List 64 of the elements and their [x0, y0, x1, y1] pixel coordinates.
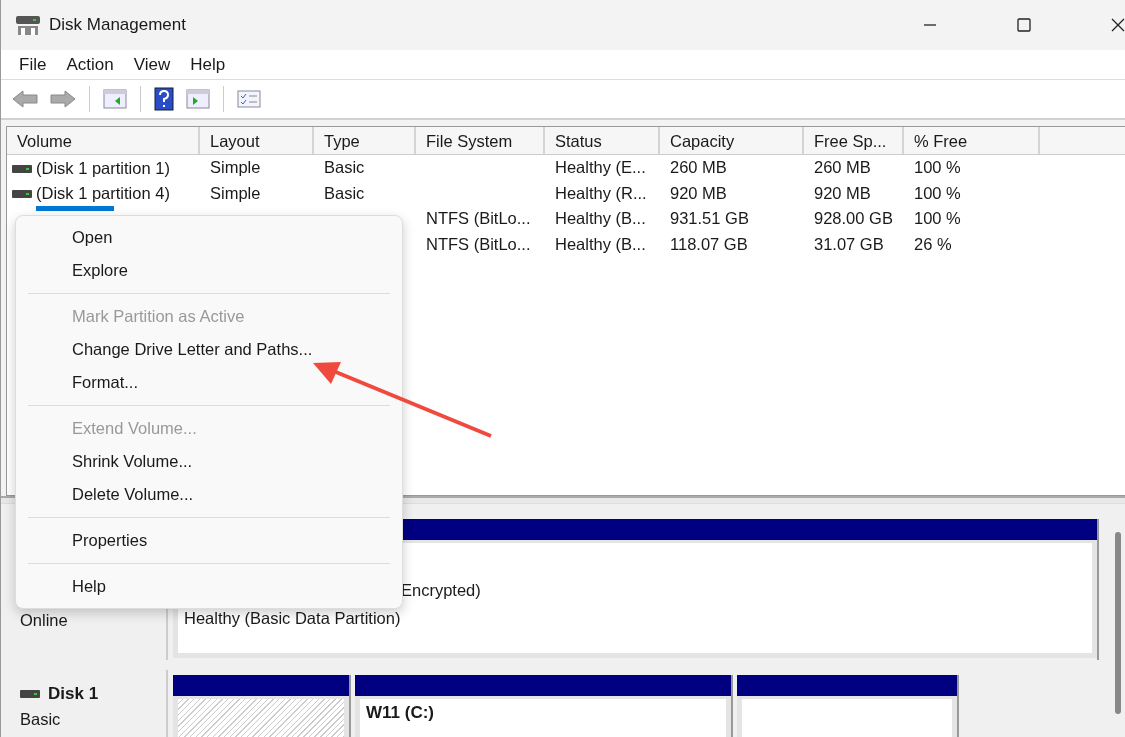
menu-item[interactable]: Help	[180, 54, 236, 75]
checklist-icon[interactable]	[237, 90, 261, 108]
menu-item[interactable]: Delete Volume...	[28, 478, 390, 511]
table-cell-text: 260 MB	[813, 157, 872, 179]
menu-item[interactable]: Format...	[28, 366, 390, 399]
table-cell-text: 260 MB	[669, 157, 728, 179]
panel-left-icon[interactable]	[103, 89, 127, 109]
drive-icon	[12, 190, 32, 198]
table-cell-text: 931.51 GB	[669, 208, 750, 230]
disk-type: Basic	[20, 710, 62, 729]
column-header[interactable]: Volume	[7, 127, 200, 154]
table-cell-text: 26 %	[913, 233, 953, 255]
back-arrow-icon[interactable]	[12, 89, 38, 109]
partition-info: Encrypted)	[401, 581, 482, 599]
menu-item: Extend Volume...	[71, 418, 198, 439]
drive-icon	[20, 690, 40, 698]
column-header[interactable]: Layout	[200, 127, 314, 154]
menu-item[interactable]: Explore	[28, 254, 390, 287]
table-cell-text: NTFS (BitLo...	[425, 208, 532, 230]
menu-item[interactable]: Change Drive Letter and Paths...	[28, 333, 390, 366]
table-cell-text: 100 %	[913, 182, 962, 204]
close-icon[interactable]	[1111, 18, 1125, 32]
table-cell-text: (Disk 1 partition 1)	[36, 158, 170, 179]
table-cell-text: 31.07 GB	[813, 233, 885, 255]
table-cell-text: Healthy (B...	[554, 233, 647, 255]
disk-drive-icon	[15, 14, 41, 36]
table-cell-text: Simple	[209, 182, 262, 204]
table-cell-text: Healthy (E...	[554, 157, 647, 179]
column-header[interactable]: Free Sp...	[804, 127, 904, 154]
menu-item[interactable]: File	[9, 54, 57, 75]
table-cell-text: Simple	[209, 157, 262, 179]
table-cell-text: Basic	[323, 182, 366, 204]
menu-item[interactable]: Shrink Volume...	[28, 445, 390, 478]
column-header[interactable]: % Free	[904, 127, 1040, 154]
partition-info: Healthy (Basic Data Partition)	[184, 609, 402, 627]
help-icon[interactable]	[154, 87, 174, 111]
table-cell-text: 100 %	[913, 208, 962, 230]
table-cell-text: 920 MB	[669, 182, 728, 204]
table-cell-text: 100 %	[913, 157, 962, 179]
disk-status: Online	[20, 611, 69, 630]
column-header[interactable]: File System	[416, 127, 545, 154]
column-header[interactable]: Type	[314, 127, 416, 154]
table-cell-text: (Disk 1 partition 4)	[36, 184, 170, 204]
menu-item[interactable]: Action	[56, 54, 124, 75]
table-cell-text: Healthy (R...	[554, 182, 648, 204]
maximize-icon[interactable]	[1017, 18, 1031, 32]
table-cell-text: 118.07 GB	[669, 233, 749, 255]
disk-name: Disk 1	[48, 684, 99, 704]
table-cell-text: NTFS (BitLo...	[425, 233, 532, 255]
menu-item: Mark Partition as Active	[71, 306, 246, 327]
column-header[interactable]: Status	[545, 127, 660, 154]
menu-item[interactable]: Open	[28, 221, 390, 254]
partition-label: W11 (C:)	[366, 703, 435, 723]
table-cell-text: 928.00 GB	[813, 208, 894, 230]
menu-item[interactable]: View	[123, 54, 181, 75]
panel-right-icon[interactable]	[186, 89, 210, 109]
table-cell-text: Healthy (B...	[554, 208, 647, 230]
table-cell-text: 920 MB	[813, 182, 872, 204]
window-title: Disk Management	[49, 15, 186, 35]
drive-icon	[12, 164, 32, 173]
scrollbar-thumb[interactable]	[1115, 532, 1121, 714]
forward-arrow-icon[interactable]	[50, 89, 76, 109]
table-cell-text: Basic	[323, 157, 366, 179]
column-header[interactable]: Capacity	[660, 127, 804, 154]
